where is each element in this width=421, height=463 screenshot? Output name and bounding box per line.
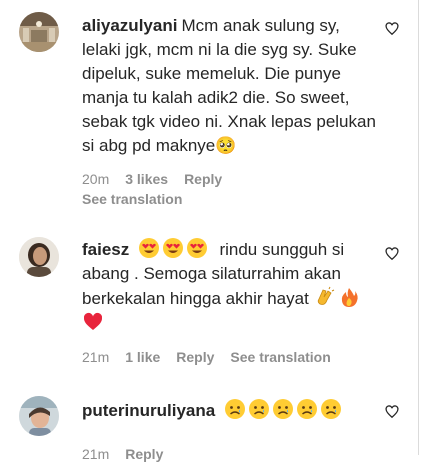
sad-face-emoji <box>320 398 342 420</box>
comment-meta: 21m 1 like Reply See translation <box>82 348 347 366</box>
comment-meta: 21m Reply <box>82 445 179 463</box>
avatar[interactable] <box>19 12 59 52</box>
sad-face-emoji <box>296 398 318 420</box>
heart-outline-icon[interactable] <box>385 22 399 36</box>
red-heart-emoji <box>82 311 104 333</box>
heart-eyes-emoji <box>138 237 160 259</box>
comment-likes[interactable]: 1 like <box>125 349 160 365</box>
heart-outline-icon[interactable] <box>385 247 399 261</box>
fire-emoji <box>338 286 360 308</box>
sad-face-emoji <box>224 398 246 420</box>
comment-body: puterinuruliyana <box>82 398 378 423</box>
heart-eyes-emoji <box>162 237 184 259</box>
heart-eyes-emoji <box>186 237 208 259</box>
reply-button[interactable]: Reply <box>176 349 214 365</box>
comment-text: Mcm anak sulung sy, lelaki jgk, mcm ni l… <box>82 16 376 155</box>
clapping-hands-emoji <box>314 286 336 308</box>
reply-button[interactable]: Reply <box>184 171 222 187</box>
sad-face-emoji <box>272 398 294 420</box>
comment-likes[interactable]: 3 likes <box>125 171 168 187</box>
comment-username[interactable]: aliyazulyani <box>82 16 177 35</box>
comment-username[interactable]: faiesz <box>82 240 129 259</box>
avatar[interactable] <box>19 237 59 277</box>
comment-meta: 20m 3 likes Reply <box>82 170 238 188</box>
comment-body: faiesz rindu sungguh si abang . Semoga s… <box>82 237 378 336</box>
comment-username[interactable]: puterinuruliyana <box>82 401 215 420</box>
heart-outline-icon[interactable] <box>385 405 399 419</box>
panel-divider <box>418 0 419 455</box>
comment-body: aliyazulyani Mcm anak sulung sy, lelaki j… <box>82 14 378 158</box>
comment-time: 21m <box>82 446 110 462</box>
see-translation-link[interactable]: See translation <box>82 190 182 208</box>
see-translation-link[interactable]: See translation <box>230 349 330 365</box>
reply-button[interactable]: Reply <box>125 446 163 462</box>
sad-face-emoji <box>248 398 270 420</box>
comment-time: 20m <box>82 171 110 187</box>
avatar[interactable] <box>19 396 59 436</box>
comment-time: 21m <box>82 349 110 365</box>
